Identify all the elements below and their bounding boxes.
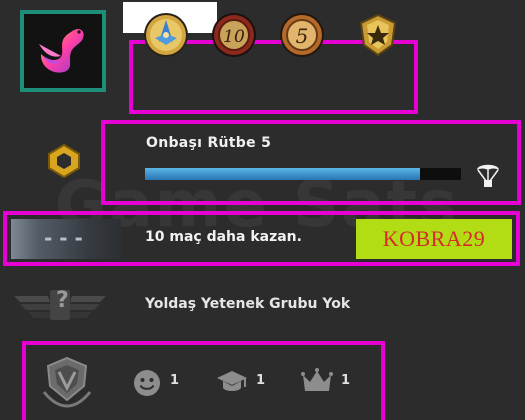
rank-highlight-box (101, 120, 521, 205)
svg-text:5: 5 (296, 24, 309, 48)
rank-title: Onbaşı Rütbe 5 (146, 135, 272, 151)
five-year-coin-icon[interactable]: 5 (279, 12, 325, 58)
svg-text:10: 10 (223, 27, 245, 47)
xp-progress-bar (145, 168, 461, 180)
rank-badge-icon (46, 143, 82, 183)
unranked-question-mark: ? (56, 288, 69, 313)
parachute-icon[interactable] (475, 159, 501, 193)
smiley-icon (133, 369, 161, 401)
ten-year-coin-icon[interactable]: 10 (211, 12, 257, 58)
xp-progress-fill (145, 168, 420, 180)
overlay-label: KOBRA29 (356, 219, 512, 259)
competitive-rank-placeholder: - - - (44, 226, 83, 250)
crown-icon (301, 367, 333, 399)
graduation-cap-icon (216, 369, 248, 399)
friendly-count: 1 (170, 373, 180, 388)
pink-swan-icon (24, 14, 102, 88)
wins-needed-text: 10 maç daha kazan. (145, 229, 302, 245)
service-badge-icon[interactable] (40, 356, 94, 412)
avatar[interactable] (20, 10, 106, 92)
gold-crest-medal-icon[interactable] (355, 12, 401, 58)
teacher-count: 1 (256, 373, 266, 388)
leader-count: 1 (341, 373, 351, 388)
blue-star-medal-icon[interactable] (143, 12, 189, 58)
skill-group-text: Yoldaş Yetenek Grubu Yok (145, 296, 351, 312)
